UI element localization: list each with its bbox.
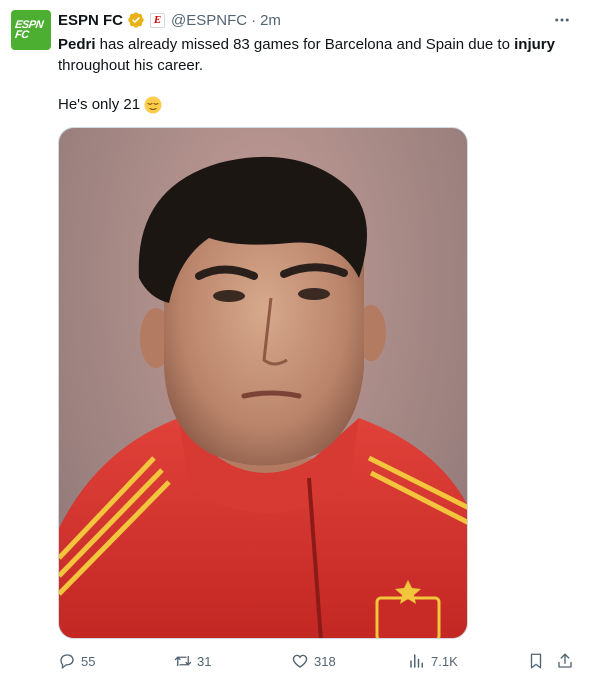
author-name[interactable]: ESPN FC	[58, 12, 123, 29]
author-handle[interactable]: @ESPNFC	[171, 12, 247, 29]
tweet-text: Pedri has already missed 83 games for Ba…	[58, 34, 568, 76]
avatar-text-line2: FC	[14, 29, 30, 41]
second-line-text: He's only 21	[58, 96, 141, 113]
tweet-text-part: has already missed 83 games for Barcelon…	[95, 36, 515, 53]
share-button[interactable]	[556, 650, 574, 672]
verified-badge-icon[interactable]	[127, 11, 145, 29]
like-icon	[292, 654, 308, 668]
like-button[interactable]: 318	[291, 650, 336, 672]
bookmark-icon	[530, 653, 542, 669]
relieved-face-emoji-icon	[144, 96, 162, 114]
player-portrait-illustration	[59, 156, 467, 638]
reply-button[interactable]: 55	[58, 650, 95, 672]
affiliate-badge-letter: E	[153, 14, 162, 26]
separator-dot: ·	[251, 11, 257, 29]
action-bar: 55 31 318 7.1K	[58, 650, 578, 672]
retweet-icon	[174, 655, 192, 667]
tweet-text-bold-word: injury	[514, 36, 555, 53]
tweet[interactable]: ESPN FC ESPN FC E @ESPNFC · 2m Pedri has…	[0, 0, 592, 673]
tweet-text-second-line: He's only 21	[58, 94, 162, 115]
retweet-button[interactable]: 31	[174, 650, 211, 672]
like-count: 318	[314, 653, 336, 669]
affiliate-badge[interactable]: E	[150, 12, 166, 28]
more-icon[interactable]	[552, 10, 572, 30]
reply-icon	[60, 654, 74, 670]
reply-count: 55	[81, 653, 96, 669]
tweet-photo[interactable]	[58, 127, 468, 639]
views-count: 7.1K	[431, 653, 458, 669]
tweet-text-part-end: throughout his career.	[58, 57, 204, 74]
avatar[interactable]: ESPN FC	[11, 10, 51, 50]
bookmark-button[interactable]	[527, 650, 545, 672]
retweet-count: 31	[197, 653, 212, 669]
views-button[interactable]: 7.1K	[408, 650, 458, 672]
tweet-header: ESPN FC E @ESPNFC · 2m	[58, 9, 281, 31]
share-icon	[558, 653, 572, 668]
views-icon	[410, 654, 423, 668]
timestamp[interactable]: 2m	[260, 12, 281, 29]
tweet-text-bold-name: Pedri	[58, 36, 96, 53]
